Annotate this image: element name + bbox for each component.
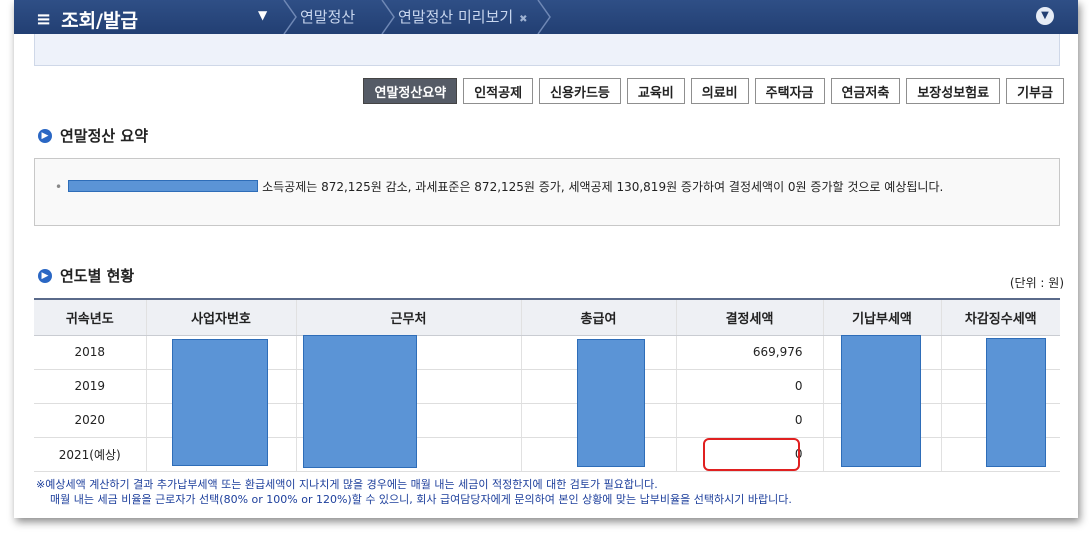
- summary-text: 소득공제는 872,125원 감소, 과세표준은 872,125원 증가, 세액…: [262, 180, 944, 194]
- tab-donation[interactable]: 기부금: [1006, 78, 1064, 104]
- main-menu-button[interactable]: ≡ 조회/발급: [36, 6, 138, 33]
- tab-bar: 연말정산요약 인적공제 신용카드등 교육비 의료비 주택자금 연금저축 보장성보…: [363, 78, 1064, 104]
- table-header-row: 귀속년도 사업자번호 근무처 총급여 결정세액 기납부세액 차감징수세액: [34, 298, 1060, 336]
- year-cell: 2020: [34, 403, 146, 438]
- column-header: 차감징수세액: [940, 298, 1060, 336]
- year-cell: 2018: [34, 335, 146, 370]
- window-frame: ≡ 조회/발급 ▼ 연말정산 연말정산 미리보기 ✖ ▼ 연말정산요약 인적공제 …: [14, 0, 1078, 518]
- column-header: 사업자번호: [145, 298, 296, 336]
- tab-personal-deduction[interactable]: 인적공제: [463, 78, 534, 104]
- notice-line-2: 매월 내는 세금 비율을 근로자가 선택(80% or 100% or 120%…: [50, 493, 792, 506]
- yearly-section-title: ▶ 연도별 현황: [38, 265, 134, 286]
- info-strip: [34, 34, 1060, 66]
- column-header: 귀속년도: [34, 298, 146, 336]
- summary-title-text: 연말정산 요약: [60, 127, 149, 145]
- tab-education[interactable]: 교육비: [626, 78, 685, 104]
- tab-housing-fund[interactable]: 주택자금: [754, 78, 825, 104]
- notice-line-1: ※예상세액 계산하기 결과 추가납부세액 또는 환급세액이 지나치게 많을 경우…: [36, 478, 658, 491]
- breadcrumb-separator-icon: [378, 0, 398, 35]
- close-icon[interactable]: ✖: [519, 14, 527, 25]
- tab-insurance[interactable]: 보장성보험료: [906, 78, 1001, 104]
- redacted-block: [303, 335, 417, 468]
- summary-section-title: ▶ 연말정산 요약: [38, 125, 148, 146]
- breadcrumb-item-preview[interactable]: 연말정산 미리보기 ✖: [398, 6, 528, 27]
- redacted-block: [68, 180, 259, 192]
- arrow-right-icon: ▶: [38, 268, 52, 283]
- determined-tax-cell: 0: [675, 403, 823, 438]
- year-cell: 2019: [34, 369, 146, 404]
- redacted-block: [986, 338, 1046, 467]
- column-header: 기납부세액: [822, 298, 941, 336]
- breadcrumb-separator-icon: [534, 0, 554, 35]
- arrow-right-icon: ▶: [38, 128, 52, 143]
- top-navigation-bar: ≡ 조회/발급 ▼ 연말정산 연말정산 미리보기 ✖ ▼: [14, 0, 1078, 35]
- breadcrumb-separator-icon: [280, 0, 300, 35]
- tab-medical[interactable]: 의료비: [690, 78, 749, 104]
- year-cell: 2021(예상): [34, 437, 146, 472]
- column-header: 총급여: [520, 298, 676, 336]
- tab-summary[interactable]: 연말정산요약: [363, 78, 458, 104]
- main-menu-label: 조회/발급: [61, 10, 138, 32]
- redacted-block: [172, 339, 268, 466]
- bullet-icon: •: [55, 180, 63, 194]
- highlight-annotation: [703, 438, 800, 471]
- column-header: 결정세액: [675, 298, 823, 336]
- column-header: 근무처: [295, 298, 521, 336]
- unit-label: (단위 : 원): [1009, 276, 1064, 290]
- redacted-block: [577, 339, 645, 467]
- redacted-block: [841, 335, 921, 467]
- chevron-down-icon[interactable]: ▼: [1036, 7, 1054, 25]
- determined-tax-cell: 669,976: [675, 335, 823, 370]
- tab-pension-savings[interactable]: 연금저축: [830, 78, 901, 104]
- hamburger-icon: ≡: [36, 9, 52, 30]
- breadcrumb-item-year-end[interactable]: 연말정산: [300, 6, 355, 27]
- caret-down-icon[interactable]: ▼: [258, 8, 267, 22]
- breadcrumb-item-preview-label: 연말정산 미리보기: [398, 8, 514, 26]
- tab-credit-card[interactable]: 신용카드등: [539, 78, 621, 104]
- yearly-title-text: 연도별 현황: [60, 267, 135, 285]
- summary-box: • 소득공제는 872,125원 감소, 과세표준은 872,125원 증가, 세…: [34, 158, 1060, 226]
- determined-tax-cell: 0: [675, 369, 823, 404]
